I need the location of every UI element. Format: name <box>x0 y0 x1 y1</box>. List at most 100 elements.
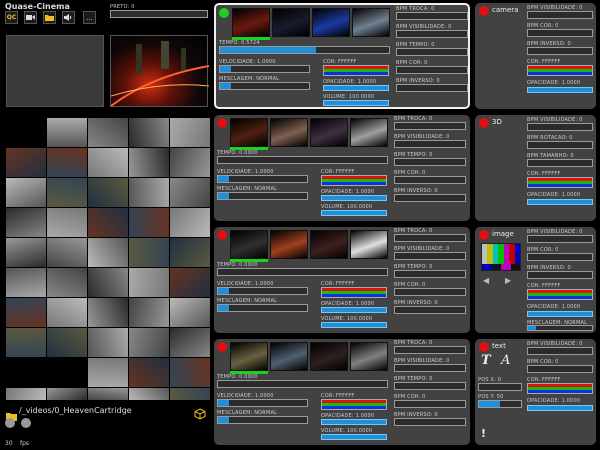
layer-active-toggle[interactable] <box>219 8 229 18</box>
layer-opacidade-slider[interactable] <box>321 195 387 201</box>
layer-velocidade-slider[interactable] <box>217 287 308 295</box>
layer-tempo-slider[interactable] <box>217 380 388 388</box>
clip-thumbnail[interactable] <box>350 230 388 259</box>
camera-bpm-inverso-field[interactable] <box>527 47 593 55</box>
layer-bpm-inverso-field[interactable] <box>394 194 466 202</box>
clip-thumbnail[interactable] <box>230 342 268 371</box>
clip-thumbnail[interactable] <box>230 230 268 259</box>
layer-volume-slider[interactable] <box>323 100 389 106</box>
media-thumbnail[interactable] <box>88 388 128 400</box>
media-thumbnail[interactable] <box>47 388 87 400</box>
preto-slider[interactable] <box>110 10 208 18</box>
media-thumbnail[interactable] <box>6 148 46 177</box>
clip-thumbnail[interactable] <box>270 230 308 259</box>
camera-color-picker[interactable] <box>527 65 593 76</box>
clip-thumbnail[interactable] <box>350 342 388 371</box>
media-thumbnail[interactable] <box>129 208 169 237</box>
camera-panel[interactable]: camera BPM VISIBILIDADE: 0 BPM COR: 0 BP… <box>475 3 596 109</box>
text-pos-y-field[interactable] <box>478 400 522 408</box>
layer-tempo-slider[interactable] <box>219 46 390 54</box>
media-thumbnail[interactable] <box>47 328 87 357</box>
text-font-glyph-t[interactable]: T <box>481 353 491 368</box>
layer-volume-slider[interactable] <box>321 434 387 440</box>
media-thumbnail[interactable] <box>129 118 169 147</box>
media-thumbnail[interactable] <box>170 328 210 357</box>
clip-thumbnail[interactable] <box>230 118 268 147</box>
media-thumbnail[interactable] <box>47 118 87 147</box>
stop-button[interactable] <box>21 418 31 428</box>
image-bpm-inverso-field[interactable] <box>527 271 593 279</box>
media-thumbnail[interactable] <box>47 178 87 207</box>
media-thumbnail[interactable] <box>47 208 87 237</box>
media-thumbnail[interactable] <box>170 208 210 237</box>
3d-bpm-visibilidade-field[interactable] <box>527 123 593 131</box>
layer-bpm-visibilidade-field[interactable] <box>394 140 466 148</box>
layer-bpm-inverso-field[interactable] <box>394 418 466 426</box>
layer-bpm-cor-field[interactable] <box>394 400 466 408</box>
layer-mesclagem-select[interactable] <box>219 82 310 90</box>
media-thumbnail[interactable] <box>6 328 46 357</box>
media-thumbnail[interactable] <box>47 148 87 177</box>
media-thumbnail[interactable] <box>129 298 169 327</box>
media-thumbnail[interactable] <box>129 358 169 387</box>
camera-opacidade-slider[interactable] <box>527 87 593 93</box>
record-button[interactable] <box>5 418 15 428</box>
layer-color-picker[interactable] <box>321 399 387 410</box>
layer-bpm-cor-field[interactable] <box>394 176 466 184</box>
media-thumbnail[interactable] <box>47 298 87 327</box>
video-layer-panel[interactable]: TEMPO: 0.0000 VELOCIDADE: 1.0000 MESCLAG… <box>214 227 470 333</box>
layer-active-toggle[interactable] <box>217 230 227 240</box>
camera-toggle[interactable] <box>479 6 489 16</box>
media-thumbnail[interactable] <box>88 208 128 237</box>
speaker-icon[interactable] <box>62 11 75 24</box>
layer-bpm-cor-field[interactable] <box>396 66 468 74</box>
clip-thumbnail[interactable] <box>270 342 308 371</box>
layer-opacidade-slider[interactable] <box>321 419 387 425</box>
clip-thumbnail[interactable] <box>352 8 390 37</box>
layer-mesclagem-select[interactable] <box>217 416 308 424</box>
media-thumbnail[interactable] <box>129 328 169 357</box>
text-pos-x-field[interactable] <box>478 383 522 391</box>
layer-volume-slider[interactable] <box>321 322 387 328</box>
media-thumbnail[interactable] <box>170 268 210 297</box>
image-toggle[interactable] <box>479 230 489 240</box>
layer-velocidade-slider[interactable] <box>217 175 308 183</box>
media-thumbnail[interactable] <box>170 178 210 207</box>
text-opacidade-slider[interactable] <box>527 405 593 411</box>
media-thumbnail[interactable] <box>6 208 46 237</box>
layer-bpm-tempo-field[interactable] <box>396 48 468 56</box>
prev-image-arrow[interactable]: ◀ <box>483 276 489 285</box>
text-toggle[interactable] <box>479 342 489 352</box>
image-opacidade-slider[interactable] <box>527 311 593 317</box>
image-color-picker[interactable] <box>527 289 593 300</box>
layer-opacidade-slider[interactable] <box>323 85 389 91</box>
layer-active-toggle[interactable] <box>217 118 227 128</box>
text-bpm-cor-field[interactable] <box>527 365 593 373</box>
video-layer-panel[interactable]: TEMPO: 0.0000 VELOCIDADE: 1.0000 MESCLAG… <box>214 115 470 221</box>
media-thumbnail[interactable] <box>170 388 210 400</box>
layer-bpm-tempo-field[interactable] <box>394 270 466 278</box>
layer-mesclagem-select[interactable] <box>217 304 308 312</box>
media-thumbnail[interactable] <box>170 238 210 267</box>
text-panel[interactable]: text T A POS X: 0 POS Y: 50 ! BPM VISIBI… <box>475 339 596 445</box>
media-thumbnail[interactable] <box>170 358 210 387</box>
image-mesclagem-field[interactable] <box>527 325 593 331</box>
qc-button[interactable]: QC <box>5 11 18 24</box>
media-thumbnail[interactable] <box>6 268 46 297</box>
layer-color-picker[interactable] <box>321 175 387 186</box>
text-color-picker[interactable] <box>527 383 593 394</box>
layer-bpm-tempo-field[interactable] <box>394 158 466 166</box>
media-thumbnail[interactable] <box>47 238 87 267</box>
media-thumbnail[interactable] <box>129 268 169 297</box>
media-thumbnail[interactable] <box>170 148 210 177</box>
layer-color-picker[interactable] <box>323 65 389 76</box>
layer-opacidade-slider[interactable] <box>321 307 387 313</box>
video-layer-panel[interactable]: TEMPO: 0.0000 VELOCIDADE: 1.0000 MESCLAG… <box>214 339 470 445</box>
layer-color-picker[interactable] <box>321 287 387 298</box>
clip-thumbnail[interactable] <box>270 118 308 147</box>
media-thumbnail[interactable] <box>6 298 46 327</box>
layer-bpm-cor-field[interactable] <box>394 288 466 296</box>
clip-thumbnail[interactable] <box>310 118 348 147</box>
media-thumbnail[interactable] <box>88 238 128 267</box>
layer-mesclagem-select[interactable] <box>217 192 308 200</box>
